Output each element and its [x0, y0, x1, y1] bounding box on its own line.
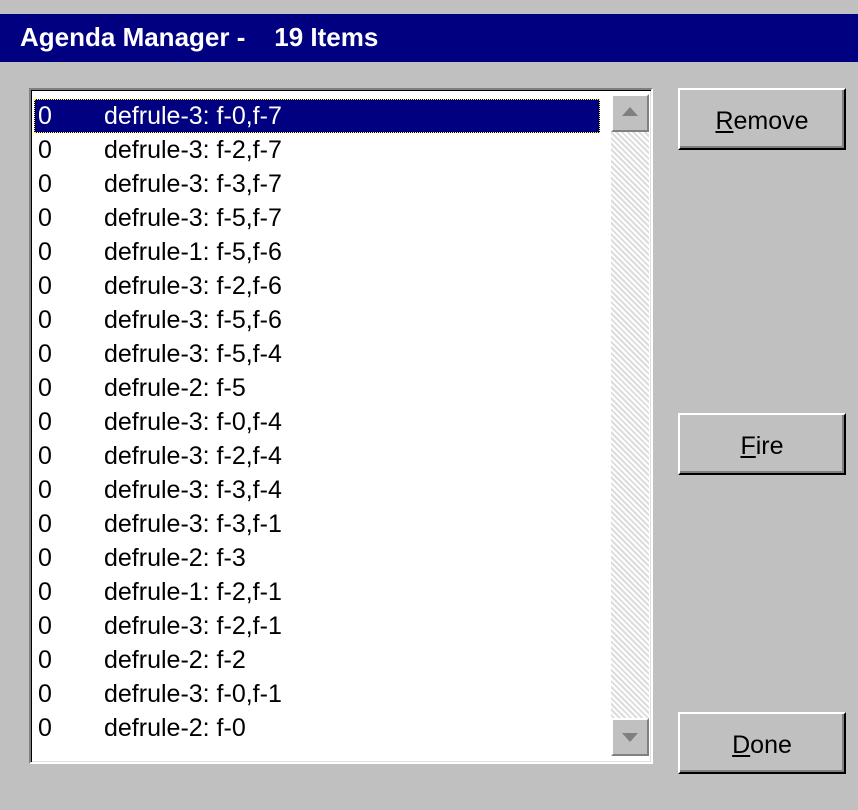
agenda-item[interactable]: 0 defrule-1: f-2,f-1: [34, 575, 600, 609]
agenda-item[interactable]: 0 defrule-3: f-3,f-7: [34, 167, 600, 201]
agenda-listbox[interactable]: 0 defrule-3: f-0,f-7 0 defrule-3: f-2,f-7 0 d…: [29, 88, 653, 764]
agenda-item-activation: defrule-2: f-2: [104, 646, 246, 674]
agenda-item-priority: 0: [38, 374, 52, 402]
agenda-item-activation: defrule-3: f-3,f-1: [104, 510, 282, 538]
agenda-item[interactable]: 0 defrule-2: f-0: [34, 711, 600, 745]
agenda-manager-window: Agenda Manager - 19 Items 0 defrule-3: f-…: [0, 0, 858, 810]
agenda-item-activation: defrule-3: f-3,f-4: [104, 476, 282, 504]
agenda-item-priority: 0: [38, 340, 52, 368]
agenda-item-priority: 0: [38, 646, 52, 674]
fire-label: ire: [755, 432, 784, 460]
agenda-item[interactable]: 0 defrule-3: f-2,f-6: [34, 269, 600, 303]
agenda-item-activation: defrule-3: f-2,f-7: [104, 136, 282, 164]
agenda-item[interactable]: 0 defrule-2: f-2: [34, 643, 600, 677]
done-label: one: [750, 731, 792, 759]
agenda-item-priority: 0: [38, 136, 52, 164]
agenda-rows: 0 defrule-3: f-0,f-7 0 defrule-3: f-2,f-7 0 d…: [34, 99, 600, 745]
agenda-item-activation: defrule-3: f-0,f-4: [104, 408, 282, 436]
agenda-item-activation: defrule-2: f-5: [104, 374, 246, 402]
agenda-item-priority: 0: [38, 578, 52, 606]
agenda-item-priority: 0: [38, 714, 52, 742]
agenda-item-activation: defrule-3: f-0,f-1: [104, 680, 282, 708]
agenda-item-priority: 0: [38, 510, 52, 538]
agenda-item[interactable]: 0 defrule-3: f-2,f-1: [34, 609, 600, 643]
agenda-item[interactable]: 0 defrule-2: f-5: [34, 371, 600, 405]
agenda-item[interactable]: 0 defrule-3: f-3,f-4: [34, 473, 600, 507]
agenda-item-priority: 0: [38, 442, 52, 470]
agenda-item-activation: defrule-2: f-3: [104, 544, 246, 572]
agenda-item[interactable]: 0 defrule-1: f-5,f-6: [34, 235, 600, 269]
scroll-down-button[interactable]: [611, 718, 649, 756]
agenda-item[interactable]: 0 defrule-3: f-2,f-7: [34, 133, 600, 167]
agenda-item-priority: 0: [38, 680, 52, 708]
agenda-item-activation: defrule-3: f-2,f-6: [104, 272, 282, 300]
agenda-item-activation: defrule-3: f-2,f-1: [104, 612, 282, 640]
agenda-item-priority: 0: [38, 408, 52, 436]
agenda-item[interactable]: 0 defrule-2: f-3: [34, 541, 600, 575]
agenda-item[interactable]: 0 defrule-3: f-3,f-1: [34, 507, 600, 541]
remove-accelerator: R: [715, 107, 734, 135]
agenda-item[interactable]: 0 defrule-3: f-2,f-4: [34, 439, 600, 473]
agenda-item-priority: 0: [38, 204, 52, 232]
agenda-item-activation: defrule-1: f-2,f-1: [104, 578, 282, 606]
agenda-item-activation: defrule-3: f-5,f-6: [104, 306, 282, 334]
scroll-down-arrow-icon: [622, 733, 638, 742]
agenda-item[interactable]: 0 defrule-3: f-0,f-4: [34, 405, 600, 439]
done-button[interactable]: Done: [678, 712, 846, 774]
agenda-item[interactable]: 0 defrule-3: f-5,f-6: [34, 303, 600, 337]
scroll-up-arrow-icon: [622, 107, 638, 116]
fire-button[interactable]: Fire: [678, 413, 846, 475]
scroll-up-button[interactable]: [611, 94, 649, 132]
title-bar[interactable]: Agenda Manager - 19 Items: [0, 14, 858, 62]
agenda-item-priority: 0: [38, 476, 52, 504]
agenda-item-priority: 0: [38, 306, 52, 334]
agenda-item-priority: 0: [38, 272, 52, 300]
agenda-item[interactable]: 0 defrule-3: f-0,f-7: [34, 99, 600, 133]
fire-accelerator: F: [740, 432, 756, 460]
remove-label: emove: [733, 107, 809, 135]
agenda-item-activation: defrule-3: f-3,f-7: [104, 170, 282, 198]
agenda-item-priority: 0: [38, 238, 52, 266]
agenda-item-activation: defrule-3: f-5,f-7: [104, 204, 282, 232]
agenda-item[interactable]: 0 defrule-3: f-5,f-7: [34, 201, 600, 235]
agenda-item-activation: defrule-3: f-5,f-4: [104, 340, 282, 368]
agenda-item[interactable]: 0 defrule-3: f-5,f-4: [34, 337, 600, 371]
agenda-item-priority: 0: [38, 170, 52, 198]
agenda-item-activation: defrule-1: f-5,f-6: [104, 238, 282, 266]
window-title: Agenda Manager - 19 Items: [20, 22, 379, 52]
agenda-item-priority: 0: [38, 544, 52, 572]
vertical-scrollbar[interactable]: [611, 94, 649, 756]
agenda-item-activation: defrule-2: f-0: [104, 714, 246, 742]
agenda-item-priority: 0: [38, 102, 52, 130]
agenda-item-priority: 0: [38, 612, 52, 640]
agenda-item[interactable]: 0 defrule-3: f-0,f-1: [34, 677, 600, 711]
remove-button[interactable]: Remove: [678, 88, 846, 150]
agenda-item-activation: defrule-3: f-2,f-4: [104, 442, 282, 470]
agenda-item-activation: defrule-3: f-0,f-7: [104, 102, 282, 130]
done-accelerator: D: [732, 731, 751, 759]
